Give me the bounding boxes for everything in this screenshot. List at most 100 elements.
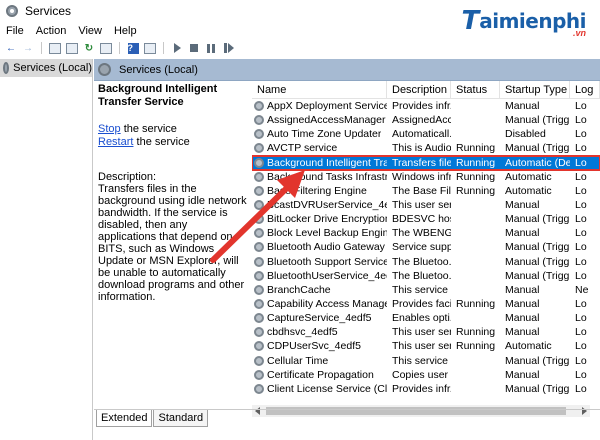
table-row[interactable]: BluetoothUserService_4edf5 The Bluetoo...…: [252, 269, 600, 283]
service-log-on-as: Lo: [575, 199, 587, 212]
service-name: AssignedAccessManager Serv...: [252, 113, 387, 127]
table-row[interactable]: BitLocker Drive Encryption S... BDESVC ho…: [252, 212, 600, 226]
service-gear-icon: [254, 242, 264, 253]
table-row[interactable]: Block Level Backup Engine S... The WBENGI…: [252, 226, 600, 240]
column-header-startup-type[interactable]: Startup Type: [500, 81, 570, 99]
table-row[interactable]: CaptureService_4edf5 Enables opti... Manua…: [252, 311, 600, 325]
service-name: Bluetooth Support Service: [252, 255, 387, 269]
service-name-text: AppX Deployment Service (A...: [267, 100, 387, 113]
service-description: Service supp...: [392, 241, 451, 254]
table-row[interactable]: BranchCache This service ... Manual Ne: [252, 283, 600, 297]
service-log-on-as: Lo: [575, 340, 587, 353]
restart-link[interactable]: Restart: [98, 136, 133, 148]
service-name-text: CDPUserSvc_4edf5: [267, 340, 361, 353]
table-row[interactable]: Client License Service (ClipSV... Provide…: [252, 382, 600, 396]
console-tree-icon[interactable]: [48, 42, 62, 55]
service-startup-type: Manual: [505, 312, 540, 325]
service-gear-icon: [254, 101, 264, 112]
service-gear-icon: [254, 115, 264, 126]
service-name-text: BranchCache: [267, 283, 331, 296]
service-log-on-as: Lo: [575, 100, 587, 113]
service-description: This is Audio...: [392, 142, 451, 155]
service-log-on-as: Ne: [575, 283, 589, 296]
service-startup-type: Manual: [505, 100, 540, 113]
service-name-text: Certificate Propagation: [267, 368, 374, 381]
description-panel: Background Intelligent Transfer Service …: [98, 83, 248, 403]
toolbar-separator: [41, 42, 42, 54]
properties-icon[interactable]: [65, 42, 79, 55]
show-hide-icon[interactable]: [143, 42, 157, 55]
help-icon[interactable]: ?: [126, 42, 140, 55]
table-row[interactable]: Cellular Time This service ... Manual (Tri…: [252, 354, 600, 368]
toolbar-separator: [119, 42, 120, 54]
table-row[interactable]: cbdhsvc_4edf5 This user ser... Running Manu…: [252, 325, 600, 339]
table-row[interactable]: Bluetooth Support Service The Bluetoo... M…: [252, 255, 600, 269]
tree-item-services-local[interactable]: Services (Local): [0, 59, 92, 77]
service-name-text: BluetoothUserService_4edf5: [267, 269, 387, 282]
service-description: Transfers file...: [392, 156, 451, 169]
table-row[interactable]: BcastDVRUserService_4edf5 This user ser..…: [252, 198, 600, 212]
service-status: Running: [456, 142, 496, 155]
service-gear-icon: [254, 369, 264, 380]
table-row[interactable]: Background Tasks Infrastruc... Windows in…: [252, 170, 600, 184]
stop-icon[interactable]: [187, 42, 201, 55]
service-status: Running: [456, 298, 496, 311]
service-gear-icon: [254, 185, 264, 196]
table-row[interactable]: Capability Access Manager S... Provides f…: [252, 297, 600, 311]
table-row[interactable]: CDPUserSvc_4edf5 This user ser... Running A…: [252, 339, 600, 353]
table-row[interactable]: Bluetooth Audio Gateway Se... Service sup…: [252, 240, 600, 254]
service-startup-type: Manual (Trigg...: [505, 354, 570, 367]
table-row[interactable]: Auto Time Zone Updater Automaticall... Dis…: [252, 127, 600, 141]
service-name: AVCTP service: [252, 141, 387, 155]
table-row[interactable]: AVCTP service This is Audio... Running Manu…: [252, 141, 600, 155]
column-header-description[interactable]: Description: [387, 81, 451, 99]
service-log-on-as: Lo: [575, 312, 587, 325]
column-header-name[interactable]: Name: [252, 81, 387, 99]
restart-rest-text: the service: [133, 136, 190, 148]
forward-icon[interactable]: →: [21, 42, 35, 55]
table-row[interactable]: Certificate Propagation Copies user ... Ma…: [252, 368, 600, 382]
service-gear-icon: [254, 129, 264, 140]
menu-help[interactable]: Help: [114, 25, 137, 37]
pause-icon[interactable]: [204, 42, 218, 55]
service-log-on-as: Lo: [575, 241, 587, 254]
column-header-log-on-as[interactable]: Log: [570, 81, 600, 99]
service-log-on-as: Lo: [575, 227, 587, 240]
service-name: Certificate Propagation: [252, 368, 387, 382]
service-startup-type: Manual (Trigg...: [505, 114, 570, 127]
service-description: Windows infr...: [392, 170, 451, 183]
table-row[interactable]: AppX Deployment Service (A... Provides in…: [252, 99, 600, 113]
play-icon[interactable]: [170, 42, 184, 55]
window-title: Services: [25, 4, 72, 18]
menu-action[interactable]: Action: [36, 25, 67, 37]
table-row[interactable]: Background Intelligent Trans... Transfers…: [252, 154, 600, 171]
description-label: Description:: [98, 171, 157, 183]
table-row[interactable]: Base Filtering Engine The Base Filt... Run…: [252, 184, 600, 198]
services-icon: [3, 62, 10, 74]
export-icon[interactable]: [99, 42, 113, 55]
restart-icon[interactable]: [221, 42, 235, 55]
service-status: Running: [456, 170, 496, 183]
toolbar-separator: [163, 42, 164, 54]
service-description: This user ser...: [392, 326, 451, 339]
service-description: This service ...: [392, 283, 451, 296]
service-name: Auto Time Zone Updater: [252, 127, 387, 141]
stop-link[interactable]: Stop: [98, 123, 121, 135]
service-log-on-as: Lo: [575, 142, 587, 155]
back-icon[interactable]: ←: [4, 42, 18, 55]
service-startup-type: Manual: [505, 283, 540, 296]
service-status: Running: [456, 184, 496, 197]
service-name: Background Tasks Infrastruc...: [252, 170, 387, 184]
menu-file[interactable]: File: [6, 25, 24, 37]
table-row[interactable]: AssignedAccessManager Serv... AssignedAcc…: [252, 113, 600, 127]
tab-extended[interactable]: Extended: [96, 410, 153, 427]
service-name: BitLocker Drive Encryption S...: [252, 212, 387, 226]
tab-standard[interactable]: Standard: [153, 410, 209, 427]
service-log-on-as: Lo: [575, 382, 587, 395]
service-gear-icon: [254, 157, 264, 168]
service-status: Running: [456, 340, 496, 353]
menu-view[interactable]: View: [78, 25, 102, 37]
toolbar: ← → ↻ ?: [0, 40, 600, 56]
refresh-icon[interactable]: ↻: [82, 42, 96, 55]
column-header-status[interactable]: Status: [451, 81, 500, 99]
